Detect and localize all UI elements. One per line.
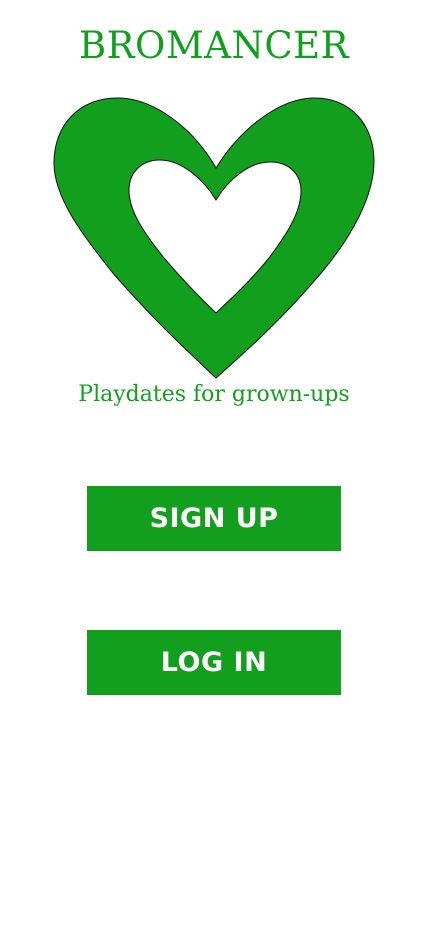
log-in-button[interactable]: LOG IN: [87, 630, 341, 695]
heart-logo-icon: [53, 97, 375, 379]
sign-up-button[interactable]: SIGN UP: [87, 486, 341, 551]
app-tagline: Playdates for grown-ups: [78, 382, 350, 407]
app-title: BROMANCER: [78, 24, 350, 67]
